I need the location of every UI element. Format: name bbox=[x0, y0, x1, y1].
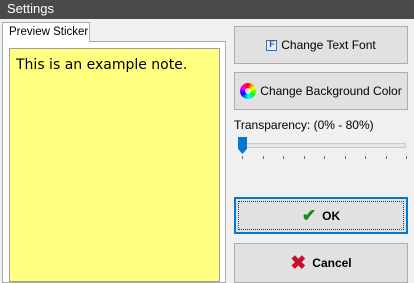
change-background-color-label: Change Background Color bbox=[260, 84, 402, 98]
slider-tick bbox=[406, 156, 407, 159]
transparency-slider-track[interactable] bbox=[238, 143, 406, 148]
tab-preview-sticker[interactable]: Preview Sticker bbox=[2, 22, 90, 42]
note-text: This is an example note. bbox=[16, 57, 188, 73]
slider-tick bbox=[262, 156, 264, 159]
window-title: Settings bbox=[7, 1, 54, 16]
ok-button[interactable]: ✔ OK bbox=[234, 197, 408, 234]
tab-label: Preview Sticker bbox=[9, 26, 89, 38]
change-background-color-button[interactable]: Change Background Color bbox=[234, 72, 408, 110]
slider-tick bbox=[344, 156, 346, 159]
slider-tick bbox=[385, 156, 387, 159]
color-wheel-icon bbox=[240, 83, 257, 99]
slider-tick bbox=[365, 156, 366, 159]
transparency-label: Transparency: (0% - 80%) bbox=[234, 118, 374, 132]
transparency-slider-thumb[interactable] bbox=[238, 137, 247, 154]
font-icon bbox=[266, 39, 278, 51]
slider-tick bbox=[324, 156, 325, 159]
check-icon: ✔ bbox=[301, 205, 317, 225]
slider-tick bbox=[283, 156, 284, 159]
cancel-button[interactable]: ✖ Cancel bbox=[234, 243, 408, 283]
sticker-preview: This is an example note. bbox=[9, 48, 220, 282]
slider-tick bbox=[242, 156, 243, 159]
title-bar: Settings bbox=[0, 0, 414, 19]
change-text-font-button[interactable]: Change Text Font bbox=[234, 26, 408, 64]
slider-tick bbox=[303, 156, 305, 159]
change-text-font-label: Change Text Font bbox=[281, 38, 376, 52]
cancel-label: Cancel bbox=[312, 256, 352, 270]
x-icon: ✖ bbox=[290, 252, 307, 274]
ok-label: OK bbox=[322, 208, 341, 223]
